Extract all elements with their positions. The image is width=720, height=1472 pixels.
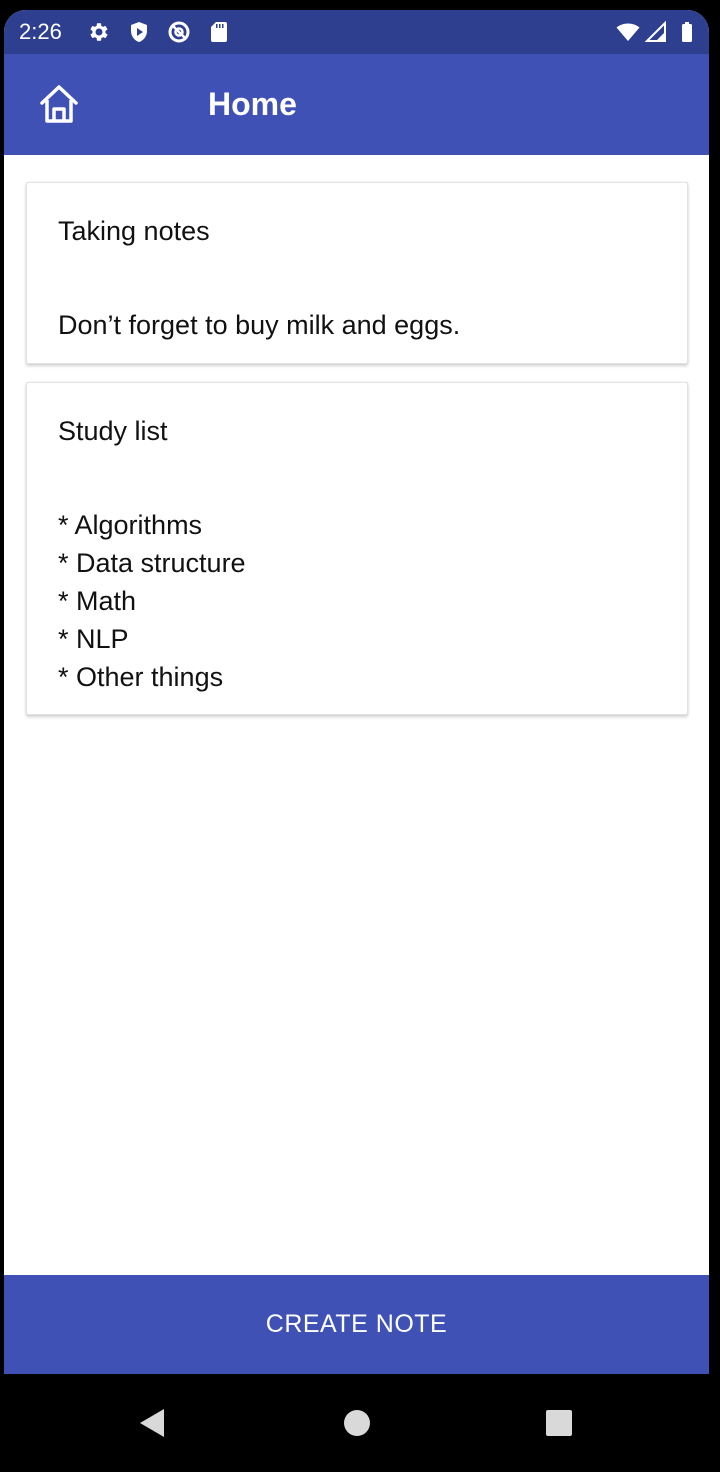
gear-icon bbox=[87, 20, 111, 44]
wifi-icon bbox=[616, 20, 640, 44]
note-card[interactable]: Study list * Algorithms * Data structure… bbox=[26, 382, 688, 715]
at-sign-icon bbox=[167, 20, 191, 44]
note-card[interactable]: Taking notes Don’t forget to buy milk an… bbox=[26, 182, 688, 364]
status-bar: 2:26 bbox=[4, 10, 709, 54]
sd-card-icon bbox=[207, 20, 231, 44]
page-title: Home bbox=[208, 86, 297, 122]
signal-icon bbox=[644, 20, 668, 44]
note-title: Taking notes bbox=[58, 216, 210, 246]
note-body: Don’t forget to buy milk and eggs. bbox=[58, 310, 461, 340]
home-circle-icon[interactable] bbox=[337, 1403, 377, 1443]
shield-play-icon bbox=[127, 20, 151, 44]
status-time: 2:26 bbox=[19, 19, 62, 44]
battery-icon bbox=[675, 20, 699, 44]
app-bar: Home bbox=[4, 54, 709, 155]
recents-icon[interactable] bbox=[539, 1403, 579, 1443]
note-body: * Algorithms * Data structure * Math * N… bbox=[58, 510, 246, 692]
create-note-button[interactable]: CREATE NOTE bbox=[4, 1275, 709, 1374]
system-nav-bar bbox=[0, 1374, 720, 1472]
home-icon[interactable] bbox=[38, 82, 80, 126]
note-title: Study list bbox=[58, 416, 168, 446]
back-icon[interactable] bbox=[132, 1403, 172, 1443]
app-screen: 2:26 Home Taking notes Don’t forget to b… bbox=[4, 10, 709, 1374]
